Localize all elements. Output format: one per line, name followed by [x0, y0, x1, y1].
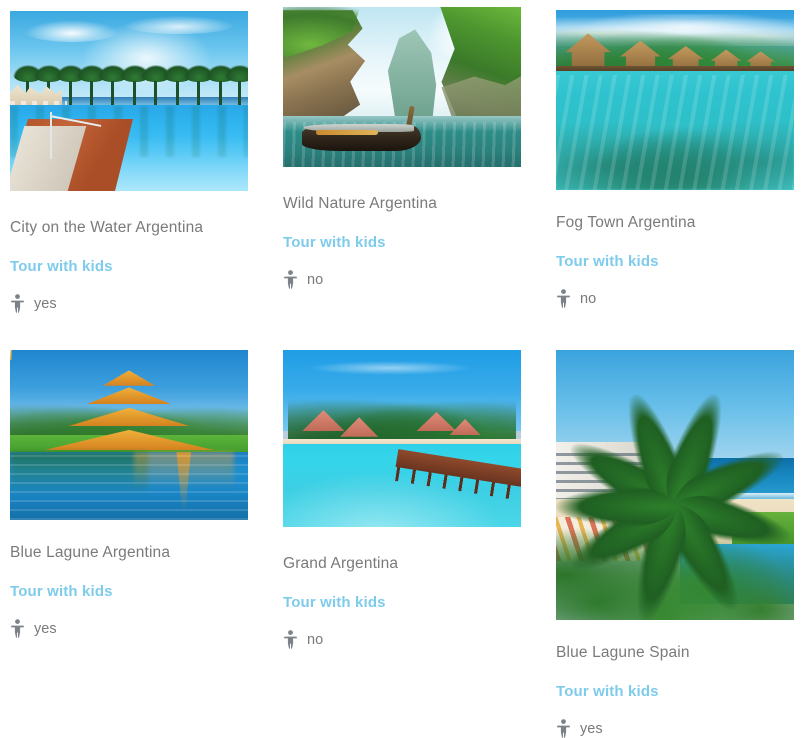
tour-card-grid: City on the Water Argentina Tour with ki…: [0, 0, 803, 738]
tour-photo-fog-town-argentina[interactable]: [556, 10, 794, 190]
tour-card-kids-meta: no: [283, 270, 529, 289]
child-icon: [284, 630, 297, 649]
tour-card-kids-value: yes: [34, 620, 57, 637]
tour-card-title: City on the Water Argentina: [10, 219, 204, 236]
tour-with-kids-label[interactable]: Tour with kids: [283, 234, 529, 252]
tour-card-title: Wild Nature Argentina: [283, 195, 438, 212]
child-icon: [557, 719, 570, 738]
tour-with-kids-label[interactable]: Tour with kids: [10, 258, 256, 276]
tour-card-kids-meta: yes: [10, 619, 256, 638]
tour-card-kids-value: yes: [34, 295, 57, 312]
child-icon: [284, 270, 297, 289]
tour-card-title: Grand Argentina: [283, 555, 399, 572]
tour-photo-blue-lagune-argentina[interactable]: [10, 350, 248, 520]
tour-photo-grand-argentina[interactable]: [283, 350, 521, 527]
tour-with-kids-label[interactable]: Tour with kids: [10, 583, 256, 601]
tour-with-kids-label[interactable]: Tour with kids: [556, 253, 802, 271]
tour-card-kids-value: no: [307, 631, 324, 648]
tour-card-kids-meta: no: [283, 630, 529, 649]
tour-card-kids-meta: yes: [556, 719, 802, 738]
tour-card[interactable]: Blue Lagune Argentina Tour with kids yes: [10, 350, 256, 638]
child-icon: [557, 289, 570, 308]
tour-card[interactable]: Wild Nature Argentina Tour with kids no: [283, 7, 529, 289]
tour-card-title: Fog Town Argentina: [556, 214, 696, 231]
tour-photo-wild-nature-argentina[interactable]: [283, 7, 521, 167]
tour-card[interactable]: Grand Argentina Tour with kids no: [283, 350, 529, 649]
tour-card-kids-meta: no: [556, 289, 802, 308]
tour-card[interactable]: Fog Town Argentina Tour with kids no: [556, 10, 802, 308]
tour-card-kids-value: no: [580, 290, 597, 307]
tour-with-kids-label[interactable]: Tour with kids: [283, 594, 529, 612]
child-icon: [11, 619, 24, 638]
tour-with-kids-label[interactable]: Tour with kids: [556, 683, 802, 701]
tour-photo-city-on-the-water-argentina[interactable]: [10, 11, 248, 191]
tour-card-kids-meta: yes: [10, 294, 256, 313]
tour-card[interactable]: Blue Lagune Spain Tour with kids yes: [556, 350, 802, 738]
tour-card-kids-value: yes: [580, 720, 603, 737]
tour-card-title: Blue Lagune Argentina: [10, 544, 171, 561]
tour-card[interactable]: City on the Water Argentina Tour with ki…: [10, 11, 256, 313]
tour-card-title: Blue Lagune Spain: [556, 644, 690, 661]
tour-card-kids-value: no: [307, 271, 324, 288]
tour-photo-blue-lagune-spain[interactable]: [556, 350, 794, 620]
child-icon: [11, 294, 24, 313]
